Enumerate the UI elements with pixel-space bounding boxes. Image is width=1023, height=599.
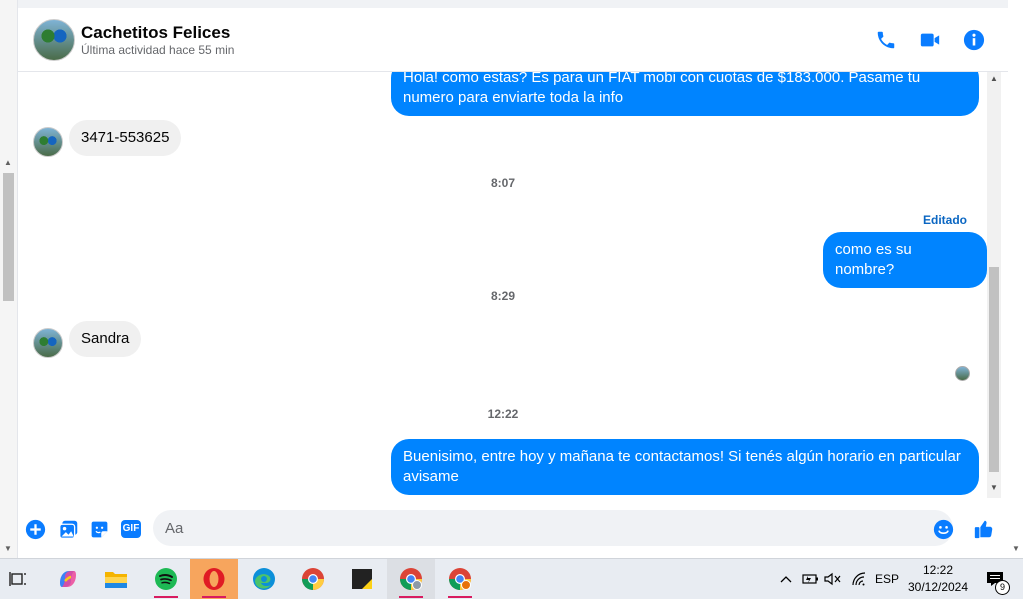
contact-avatar[interactable] xyxy=(33,19,75,61)
message-bubble-outgoing[interactable]: como es su nombre? xyxy=(823,232,987,288)
opera-button[interactable] xyxy=(190,559,238,599)
message-bubble-outgoing[interactable]: Buenisimo, entre hoy y mañana te contact… xyxy=(391,439,979,495)
wifi-icon xyxy=(852,572,866,586)
clock-date: 30/12/2024 xyxy=(907,580,969,594)
contact-name[interactable]: Cachetitos Felices xyxy=(81,23,230,43)
speaker-muted-icon xyxy=(824,572,841,586)
thread-scrollbar[interactable]: ▲ ▼ xyxy=(987,72,1001,498)
conversation-info-button[interactable] xyxy=(962,28,986,52)
edited-label: Editado xyxy=(923,213,967,227)
chrome-button[interactable] xyxy=(289,559,337,599)
message-thread[interactable]: Hola! como estas? Es para un FIAT mobi c… xyxy=(18,72,987,498)
task-view-button[interactable] xyxy=(0,559,36,599)
opera-icon xyxy=(203,568,225,590)
plus-circle-icon xyxy=(25,519,45,539)
message-bubble-incoming[interactable]: Sandra xyxy=(69,321,142,357)
timestamp: 12:22 xyxy=(487,407,519,421)
notification-count-badge: 9 xyxy=(995,580,1010,595)
top-edge xyxy=(18,0,1008,8)
gif-button[interactable]: GIF xyxy=(119,518,143,540)
copilot-button[interactable] xyxy=(44,559,92,599)
video-call-button[interactable] xyxy=(918,28,942,52)
info-icon xyxy=(963,29,985,51)
like-button[interactable] xyxy=(973,518,995,540)
seen-indicator-avatar xyxy=(955,366,970,381)
call-button[interactable] xyxy=(874,28,898,52)
contact-avatar-small xyxy=(33,127,63,157)
sticker-icon xyxy=(91,521,107,537)
spotify-icon xyxy=(155,568,177,590)
scroll-up-arrow-icon[interactable]: ▲ xyxy=(4,158,12,167)
thumbs-up-icon xyxy=(974,520,993,539)
message-bubble-incoming[interactable]: 3471-553625 xyxy=(69,120,182,156)
emoji-button[interactable] xyxy=(932,518,954,540)
scroll-up-arrow-icon[interactable]: ▲ xyxy=(990,74,998,83)
attach-media-button[interactable] xyxy=(57,518,79,540)
left-panel-edge: ▲ ▼ xyxy=(0,0,18,558)
sticky-notes-button[interactable] xyxy=(338,559,386,599)
sticky-notes-icon xyxy=(352,569,372,589)
message-bubble-outgoing[interactable]: Hola! como estas? Es para un FIAT mobi c… xyxy=(391,72,979,116)
chrome-profile-icon xyxy=(400,568,422,590)
network-button[interactable] xyxy=(848,559,870,599)
page-scrollbar[interactable]: ▼ xyxy=(1009,0,1023,558)
contact-avatar-small xyxy=(33,328,63,358)
chevron-up-icon xyxy=(780,576,792,583)
scroll-down-arrow-icon[interactable]: ▼ xyxy=(1012,544,1020,553)
battery-plug-icon xyxy=(802,574,818,584)
spotify-button[interactable] xyxy=(142,559,190,599)
emoji-icon xyxy=(933,519,953,539)
chrome-alert-icon xyxy=(449,568,471,590)
video-camera-icon xyxy=(920,33,940,47)
timestamp: 8:29 xyxy=(490,289,516,303)
edge-icon xyxy=(253,568,275,590)
sticker-button[interactable] xyxy=(88,518,110,540)
scroll-down-arrow-icon[interactable]: ▼ xyxy=(4,544,12,553)
scrollbar-thumb[interactable] xyxy=(989,267,999,472)
battery-button[interactable] xyxy=(799,559,821,599)
chrome-profile-button[interactable] xyxy=(387,559,435,599)
left-scrollbar-thumb[interactable] xyxy=(3,173,14,301)
edge-button[interactable] xyxy=(240,559,288,599)
copilot-icon xyxy=(60,571,76,587)
message-input[interactable] xyxy=(153,510,953,546)
timestamp: 8:07 xyxy=(490,176,516,190)
windows-taskbar: ESP 12:22 30/12/2024 9 xyxy=(0,558,1023,599)
file-explorer-button[interactable] xyxy=(92,559,140,599)
system-clock[interactable]: 12:22 30/12/2024 xyxy=(902,562,974,596)
scroll-down-arrow-icon[interactable]: ▼ xyxy=(990,483,998,492)
volume-button[interactable] xyxy=(822,559,844,599)
input-language-button[interactable]: ESP xyxy=(873,559,901,599)
more-actions-button[interactable] xyxy=(24,518,46,540)
show-hidden-icons-button[interactable] xyxy=(776,559,796,599)
clock-time: 12:22 xyxy=(922,563,954,577)
task-view-icon xyxy=(9,572,26,586)
file-explorer-icon xyxy=(105,572,127,588)
phone-icon xyxy=(877,31,895,49)
contact-status: Última actividad hace 55 min xyxy=(81,43,235,57)
message-composer: GIF xyxy=(18,498,1008,558)
chrome-icon xyxy=(302,568,324,590)
gif-label: GIF xyxy=(120,520,142,538)
image-gallery-icon xyxy=(58,520,77,539)
conversation-header: Cachetitos Felices Última actividad hace… xyxy=(18,8,1008,72)
chrome-alert-button[interactable] xyxy=(436,559,484,599)
notification-center-button[interactable]: 9 xyxy=(980,559,1010,599)
